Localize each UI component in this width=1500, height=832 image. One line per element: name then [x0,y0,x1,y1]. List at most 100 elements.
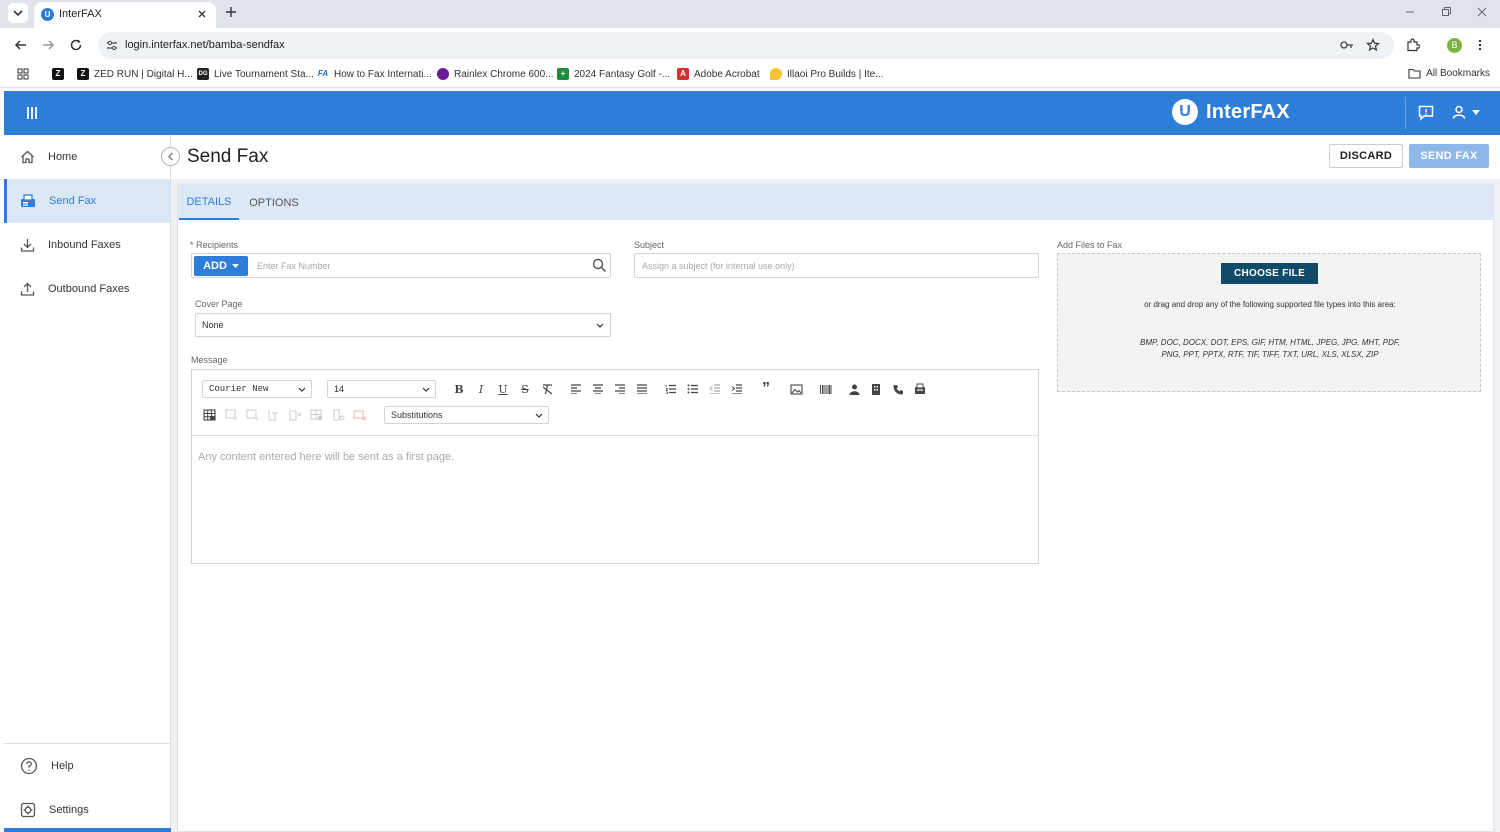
restore-button[interactable] [1428,0,1464,24]
subject-label: Subject [634,240,665,250]
bookmark-how-to-fax[interactable]: FA How to Fax Internati... [317,68,432,80]
tab-title: InterFAX [59,8,102,20]
sidebar-item-label: Home [48,151,78,163]
font-size-select[interactable]: 14 [327,380,436,398]
bookmark-adobe-acrobat[interactable]: A Adobe Acrobat [677,68,760,80]
recipients-label: * Recipients [190,240,239,250]
url-text: login.interfax.net/bamba-sendfax [125,39,285,51]
font-family-select[interactable]: Courier New [202,380,312,398]
send-fax-button[interactable]: SEND FAX [1409,144,1489,168]
bookmark-label: Adobe Acrobat [694,68,760,80]
collapse-sidebar-button[interactable] [161,147,180,166]
table-merge-icon [309,408,323,422]
choose-file-button[interactable]: CHOOSE FILE [1221,263,1318,284]
bold-icon[interactable]: B [452,382,466,396]
all-bookmarks[interactable]: All Bookmarks [1408,68,1490,79]
fax-machine-icon[interactable] [913,382,927,396]
sidebar-item-label: Inbound Faxes [48,239,121,251]
password-key-icon[interactable] [1340,40,1354,50]
person-icon[interactable] [847,382,861,396]
align-justify-icon[interactable] [635,382,649,396]
clear-format-icon[interactable] [540,382,554,396]
message-editor: Courier New 14 B I U S ” Substitutions A… [191,369,1039,564]
blockquote-icon[interactable]: ” [759,380,773,397]
image-icon[interactable] [789,382,803,396]
minimize-button[interactable] [1392,0,1428,24]
reload-icon[interactable] [69,38,83,52]
align-right-icon[interactable] [613,382,627,396]
cover-page-select[interactable]: None [195,313,611,337]
bookmark-live-tournament[interactable]: DG Live Tournament Sta... [197,68,314,80]
acrobat-icon: A [677,68,689,80]
phone-icon[interactable] [891,382,905,396]
sidebar-item-help[interactable]: Help [4,744,170,788]
tab-options[interactable]: OPTIONS [244,185,304,220]
sidebar-item-label: Help [51,760,74,772]
fax-number-input[interactable]: Enter Fax Number [257,261,331,271]
ordered-list-icon[interactable] [664,382,678,396]
font-size-value: 14 [334,384,345,394]
home-icon [21,150,34,164]
sidebar-item-inbound-faxes[interactable]: Inbound Faxes [4,223,170,267]
tab-details[interactable]: DETAILS [179,185,239,220]
feedback-icon[interactable] [1418,105,1434,121]
menu-toggle-icon[interactable] [26,106,38,120]
close-tab-icon[interactable] [196,8,208,20]
bookmark-star-icon[interactable] [1366,38,1380,52]
barcode-icon[interactable] [818,382,832,396]
chevron-down-icon [596,323,604,328]
outdent-icon[interactable] [708,382,722,396]
tab-search-button[interactable] [8,3,28,23]
window-controls [1392,0,1500,28]
address-bar[interactable]: login.interfax.net/bamba-sendfax [98,32,1394,59]
zed-icon: Z [77,68,89,80]
sidebar-item-settings[interactable]: Settings [4,788,170,832]
forward-icon[interactable] [41,38,55,52]
search-icon[interactable] [592,258,607,273]
browser-menu-icon[interactable] [1478,39,1482,51]
profile-avatar[interactable]: B [1447,38,1462,53]
sidebar-item-outbound-faxes[interactable]: Outbound Faxes [4,267,170,311]
underline-icon[interactable]: U [496,382,510,396]
browser-tab[interactable]: U InterFAX [34,2,216,28]
bookmark-zed-run[interactable]: Z ZED RUN | Digital H... [77,68,193,80]
bullet-list-icon[interactable] [686,382,700,396]
sidebar-item-home[interactable]: Home [4,135,170,179]
bookmark-fantasy-golf[interactable]: +2024 Fantasy Golf -... [557,68,670,80]
add-recipient-button[interactable]: ADD [194,256,248,276]
building-icon[interactable] [869,382,883,396]
subject-input[interactable]: Assign a subject (for internal use only) [634,253,1039,278]
discard-button[interactable]: DISCARD [1329,144,1403,168]
substitutions-select[interactable]: Substitutions [384,406,549,424]
sidebar-bottom-accent [4,828,171,832]
subject-placeholder: Assign a subject (for internal use only) [642,261,795,271]
download-icon [20,239,35,252]
align-left-icon[interactable] [569,382,583,396]
extensions-puzzle-icon[interactable] [1406,38,1420,52]
apps-grid-icon[interactable] [17,68,29,80]
message-body-input[interactable]: Any content entered here will be sent as… [198,451,454,463]
align-center-icon[interactable] [591,382,605,396]
bookmark-z[interactable]: Z [52,68,69,80]
strikethrough-icon[interactable]: S [518,382,532,396]
rainlex-icon [437,68,449,80]
editor-toolbar: Courier New 14 B I U S ” Substitutions [192,370,1038,436]
substitutions-value: Substitutions [391,410,443,420]
supported-file-types: BMP, DOC, DOCX, DOT, EPS, GIF, HTM, HTML… [1140,338,1400,359]
table-delete-icon [353,408,367,422]
new-tab-icon[interactable] [224,5,238,19]
sheets-icon: + [557,68,569,80]
back-icon[interactable] [14,38,28,52]
file-dropzone[interactable]: CHOOSE FILE or drag and drop any of the … [1057,253,1481,392]
table-icon[interactable] [202,408,216,422]
bookmark-illaoi[interactable]: Illaoi Pro Builds | Ite... [770,68,884,80]
user-menu[interactable] [1452,105,1480,119]
italic-icon[interactable]: I [474,382,488,396]
close-window-button[interactable] [1464,0,1500,24]
indent-icon[interactable] [730,382,744,396]
site-info-icon[interactable] [106,40,118,51]
sidebar-item-send-fax[interactable]: Send Fax [4,179,170,223]
app-header: U InterFAX [4,91,1500,135]
bookmark-rainlex[interactable]: Rainlex Chrome 600... [437,68,554,80]
bookmark-label: 2024 Fantasy Golf -... [574,68,671,80]
